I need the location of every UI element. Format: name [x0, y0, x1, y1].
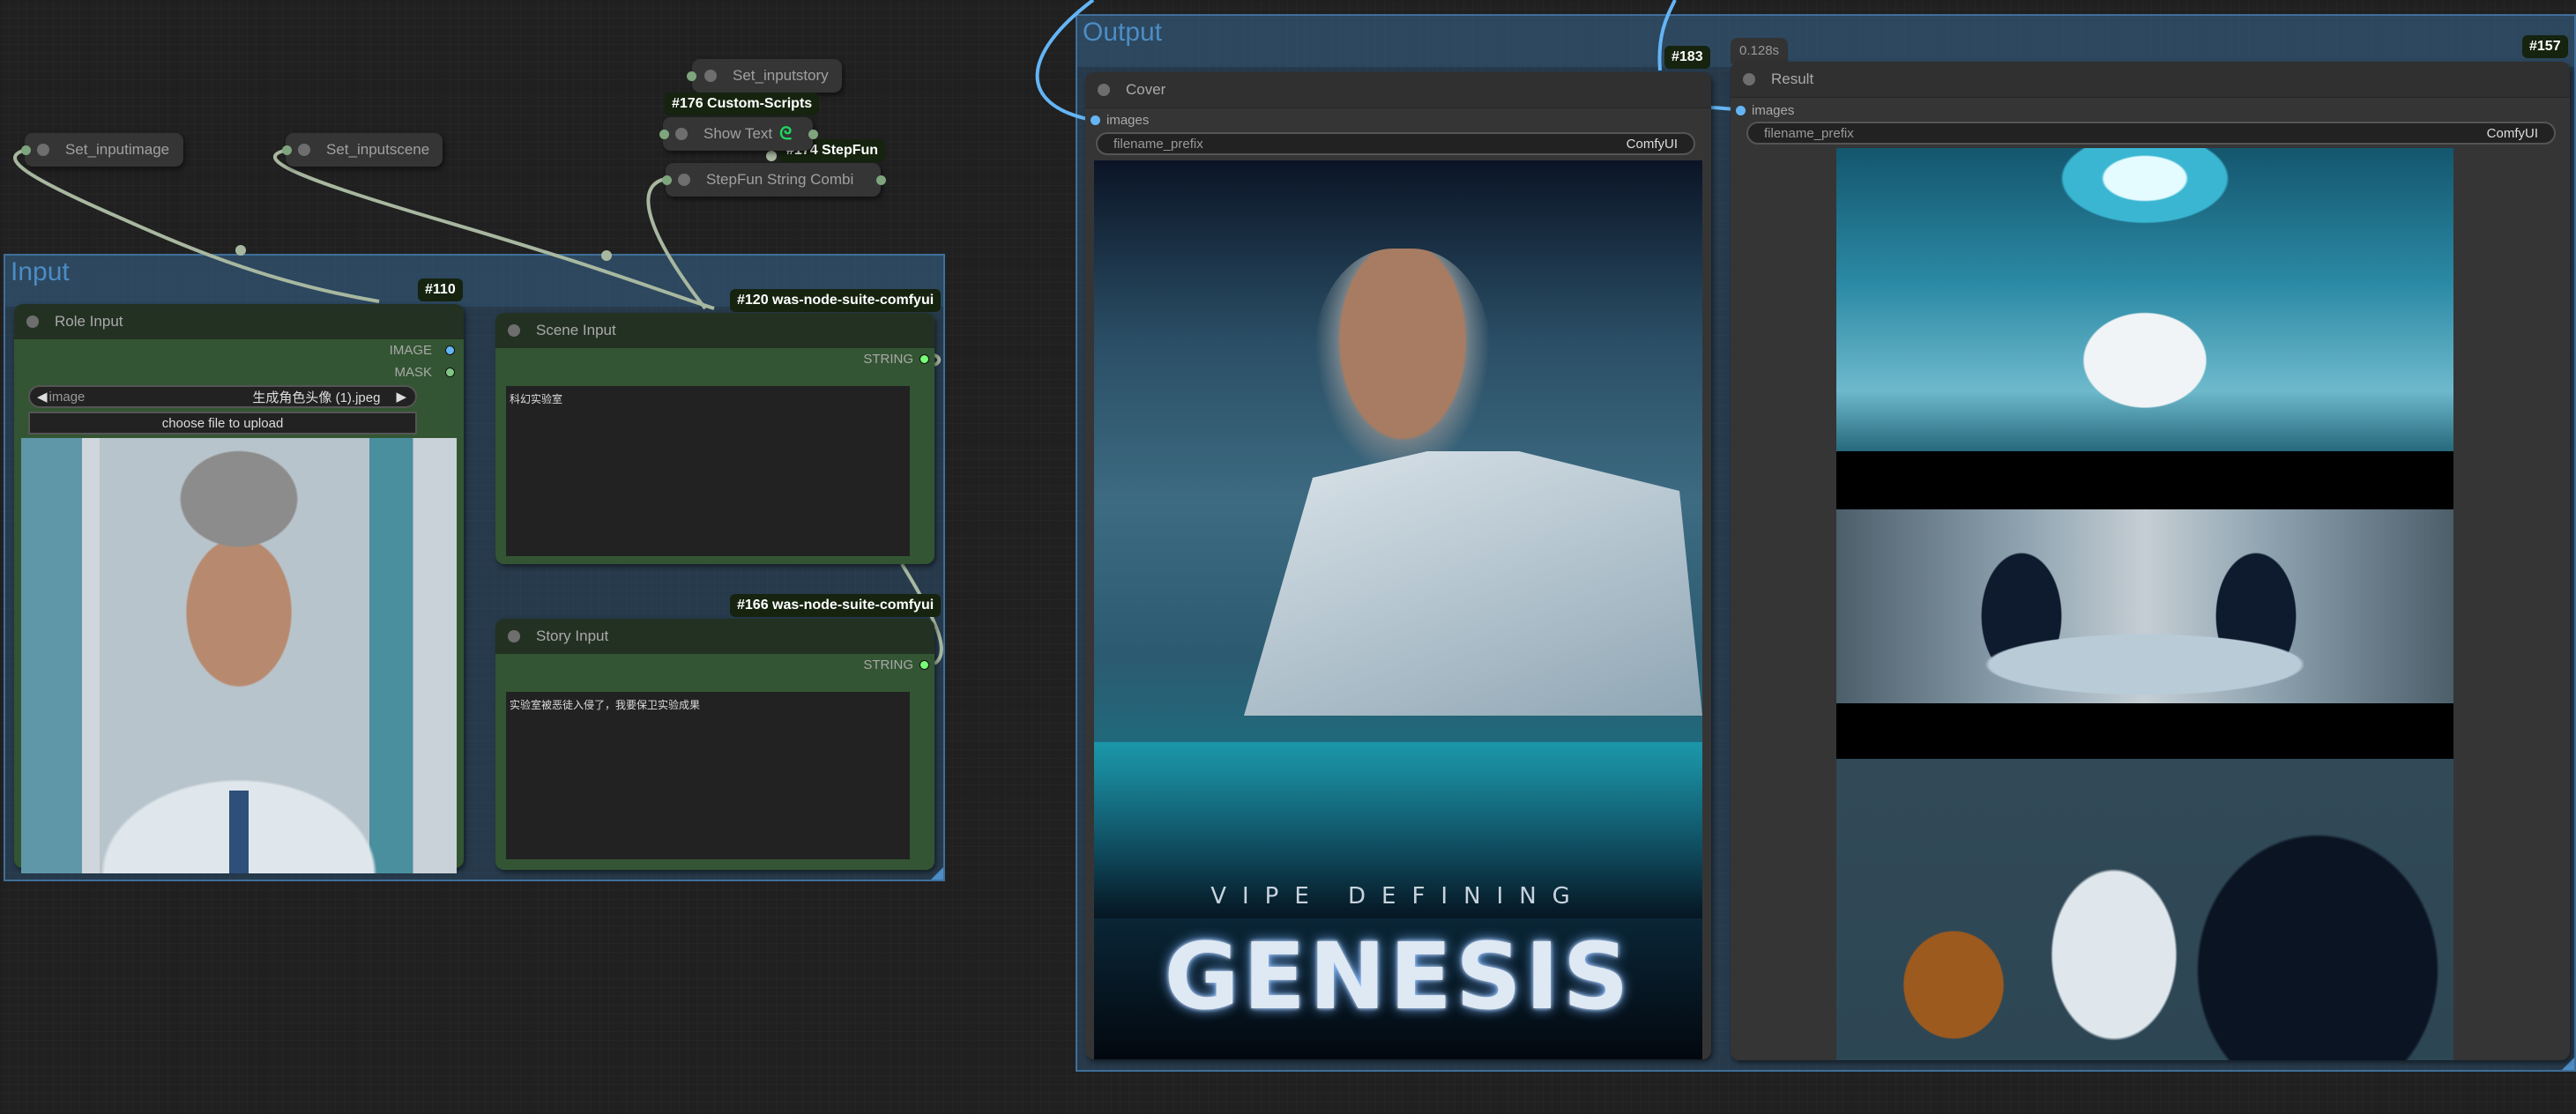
poster-title: GENESIS [1164, 923, 1633, 1030]
input-slot[interactable] [282, 145, 292, 155]
input-slot-images[interactable] [1091, 115, 1100, 125]
execution-time: 0.128s [1731, 38, 1789, 63]
status-dot [1098, 84, 1110, 96]
node-title: StepFun String Combi [706, 171, 854, 188]
field-value: ComfyUI [1626, 136, 1678, 152]
status-dot [508, 630, 520, 642]
input-slot-images[interactable] [1736, 106, 1746, 115]
field-label: filename_prefix [1764, 125, 1854, 141]
node-set-inputscene[interactable]: Set_inputscene [282, 133, 443, 167]
node-story-input[interactable]: Story Input STRING 实验室被恶徒入侵了，我要保卫实验成果 [495, 619, 934, 870]
output-slot[interactable] [808, 130, 818, 139]
node-title: Result [1771, 71, 1814, 87]
node-badge: #166 was-node-suite-comfyui [730, 594, 942, 617]
input-slot[interactable] [659, 130, 669, 139]
poster-tagline: VIPE DEFINING [1210, 883, 1586, 910]
wire-set-inputimage [13, 149, 380, 303]
result-frame-1 [1836, 148, 2453, 451]
poster-lab-coat [1244, 451, 1702, 716]
wire-set-inputscene [272, 149, 715, 310]
combo-value: 生成角色头像 (1).jpeg [252, 390, 381, 405]
input-slot[interactable] [21, 145, 31, 155]
poster-main-figure [1314, 249, 1491, 478]
output-slot-mask[interactable] [445, 368, 455, 377]
node-title: Cover [1126, 81, 1166, 98]
status-dot [678, 174, 690, 186]
field-label: filename_prefix [1113, 136, 1203, 152]
status-dot [298, 144, 310, 156]
node-title: Set_inputstory [733, 67, 829, 84]
result-frame-3 [1836, 759, 2453, 1060]
combo-left-arrow-icon[interactable]: ◀ [37, 389, 48, 405]
output-label-image: IMAGE [389, 343, 432, 358]
node-badge: #183 [1664, 46, 1710, 69]
node-header[interactable]: Result [1731, 62, 2570, 98]
portrait-tie [229, 791, 249, 873]
output-label-string: STRING [863, 657, 913, 672]
status-dot [37, 144, 49, 156]
node-header[interactable]: Story Input [495, 619, 934, 654]
node-set-inputstory[interactable]: Set_inputstory [687, 59, 842, 93]
combo-right-arrow-icon[interactable]: ▶ [396, 389, 406, 405]
result-image [1836, 148, 2453, 1060]
node-badge: #110 [418, 278, 463, 301]
node-show-text[interactable]: Show Text ᘓ [659, 117, 818, 151]
node-header[interactable]: Role Input [14, 304, 464, 339]
cover-poster-image: VIPE DEFINING GENESIS [1094, 160, 1702, 1059]
status-dot [704, 70, 717, 82]
image-combo[interactable]: ◀ image 生成角色头像 (1).jpeg ▶ [28, 385, 417, 408]
node-header[interactable]: Scene Input [495, 313, 934, 348]
input-slot[interactable] [687, 71, 696, 81]
custom-scripts-snake-icon: ᘓ [779, 123, 793, 144]
output-slot-string[interactable] [919, 354, 929, 364]
role-image-preview [21, 438, 457, 873]
status-dot [508, 324, 520, 337]
node-header[interactable]: Cover [1085, 72, 1711, 108]
wire-reroute-dot [235, 245, 246, 256]
node-scene-input[interactable]: Scene Input STRING 科幻实验室 [495, 313, 934, 564]
status-dot [26, 316, 39, 328]
story-text-input[interactable]: 实验室被恶徒入侵了，我要保卫实验成果 [506, 692, 910, 859]
status-dot [1743, 73, 1755, 85]
output-slot-string[interactable] [919, 660, 929, 670]
wire-reroute-dot [601, 250, 612, 261]
node-title: Set_inputimage [65, 141, 170, 158]
node-cover[interactable]: Cover images filename_prefix ComfyUI VIP… [1085, 72, 1711, 1059]
node-badge: #120 was-node-suite-comfyui [730, 289, 942, 312]
input-label-images: images [1106, 113, 1150, 128]
choose-file-button[interactable]: choose file to upload [28, 412, 417, 434]
node-title: Role Input [55, 313, 123, 330]
wire-reroute-dot [766, 151, 777, 161]
node-role-input[interactable]: Role Input IMAGE MASK ◀ image 生成角色头像 (1)… [14, 304, 464, 873]
output-slot-image[interactable] [445, 345, 455, 355]
output-label-string: STRING [863, 352, 913, 367]
filename-prefix-field[interactable]: filename_prefix ComfyUI [1096, 132, 1695, 155]
node-badge: #176 Custom-Scripts [665, 93, 820, 115]
node-title: Scene Input [536, 322, 616, 338]
status-dot [675, 128, 688, 140]
output-slot[interactable] [876, 175, 886, 185]
input-label-images: images [1752, 103, 1795, 118]
result-frame-2 [1836, 509, 2453, 703]
node-stepfun-string-combi[interactable]: StepFun String Combi [662, 163, 886, 197]
node-set-inputimage[interactable]: Set_inputimage [21, 133, 183, 167]
node-title: Show Text [704, 125, 773, 142]
filename-prefix-field[interactable]: filename_prefix ComfyUI [1746, 122, 2556, 145]
input-slot[interactable] [662, 175, 672, 185]
node-title: Story Input [536, 628, 609, 644]
node-result[interactable]: Result images filename_prefix ComfyUI [1731, 62, 2570, 1060]
node-title: Set_inputscene [326, 141, 430, 158]
field-value: ComfyUI [2486, 125, 2538, 141]
output-label-mask: MASK [394, 365, 432, 380]
node-badge: #157 [2522, 35, 2568, 58]
scene-text-input[interactable]: 科幻实验室 [506, 386, 910, 556]
combo-label: image [48, 389, 86, 405]
